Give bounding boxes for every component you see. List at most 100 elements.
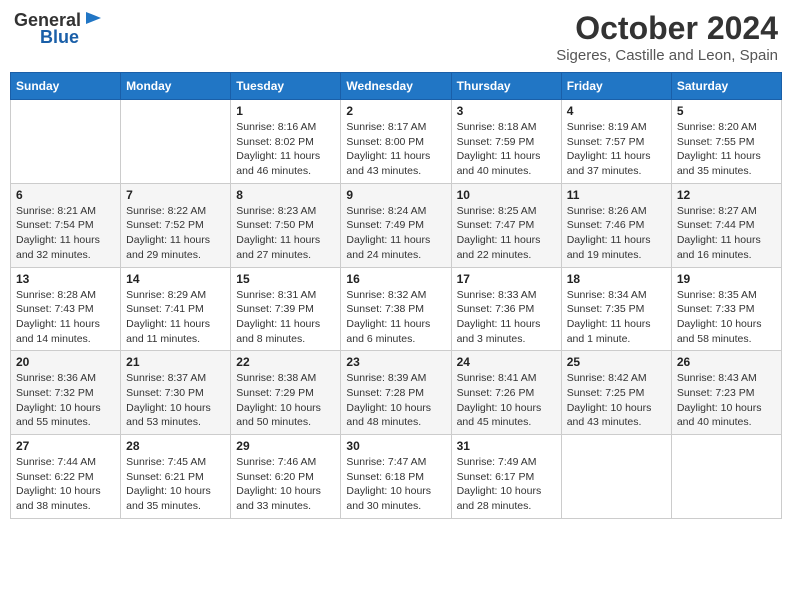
day-number: 25 xyxy=(567,355,666,369)
day-number: 16 xyxy=(346,272,445,286)
day-number: 23 xyxy=(346,355,445,369)
calendar-day-cell: 5 Sunrise: 8:20 AMSunset: 7:55 PMDaylight… xyxy=(671,100,781,184)
day-number: 28 xyxy=(126,439,225,453)
subtitle: Sigeres, Castille and Leon, Spain xyxy=(556,47,778,64)
day-info: Sunrise: 8:37 AMSunset: 7:30 PMDaylight:… xyxy=(126,371,225,430)
day-info: Sunrise: 8:29 AMSunset: 7:41 PMDaylight:… xyxy=(126,288,225,347)
calendar-day-cell: 22 Sunrise: 8:38 AMSunset: 7:29 PMDayligh… xyxy=(231,351,341,435)
weekday-header-monday: Monday xyxy=(121,73,231,100)
calendar-week-row: 20 Sunrise: 8:36 AMSunset: 7:32 PMDayligh… xyxy=(11,351,782,435)
weekday-header-sunday: Sunday xyxy=(11,73,121,100)
day-info: Sunrise: 8:31 AMSunset: 7:39 PMDaylight:… xyxy=(236,288,335,347)
day-number: 5 xyxy=(677,104,776,118)
calendar-week-row: 13 Sunrise: 8:28 AMSunset: 7:43 PMDayligh… xyxy=(11,267,782,351)
calendar-day-cell: 18 Sunrise: 8:34 AMSunset: 7:35 PMDayligh… xyxy=(561,267,671,351)
day-number: 29 xyxy=(236,439,335,453)
day-info: Sunrise: 8:25 AMSunset: 7:47 PMDaylight:… xyxy=(457,204,556,263)
calendar-day-cell: 24Sunrise: 8:41 AMSunset: 7:26 PMDayligh… xyxy=(451,351,561,435)
day-number: 1 xyxy=(236,104,335,118)
calendar-day-cell: 19 Sunrise: 8:35 AMSunset: 7:33 PMDayligh… xyxy=(671,267,781,351)
day-number: 15 xyxy=(236,272,335,286)
day-info: Sunrise: 8:35 AMSunset: 7:33 PMDaylight:… xyxy=(677,288,776,347)
day-number: 14 xyxy=(126,272,225,286)
calendar-day-cell: 4 Sunrise: 8:19 AMSunset: 7:57 PMDaylight… xyxy=(561,100,671,184)
weekday-header-wednesday: Wednesday xyxy=(341,73,451,100)
day-number: 4 xyxy=(567,104,666,118)
day-info: Sunrise: 8:33 AMSunset: 7:36 PMDaylight:… xyxy=(457,288,556,347)
calendar-day-cell: 2Sunrise: 8:17 AMSunset: 8:00 PMDaylight… xyxy=(341,100,451,184)
calendar-table: SundayMondayTuesdayWednesdayThursdayFrid… xyxy=(10,72,782,519)
day-info: Sunrise: 8:27 AMSunset: 7:44 PMDaylight:… xyxy=(677,204,776,263)
calendar-day-cell: 17 Sunrise: 8:33 AMSunset: 7:36 PMDayligh… xyxy=(451,267,561,351)
day-number: 13 xyxy=(16,272,115,286)
calendar-day-cell: 20 Sunrise: 8:36 AMSunset: 7:32 PMDayligh… xyxy=(11,351,121,435)
day-number: 17 xyxy=(457,272,556,286)
calendar-day-cell: 31 Sunrise: 7:49 AMSunset: 6:17 PMDayligh… xyxy=(451,435,561,519)
day-number: 27 xyxy=(16,439,115,453)
day-info: Sunrise: 8:28 AMSunset: 7:43 PMDaylight:… xyxy=(16,288,115,347)
calendar-day-cell: 21 Sunrise: 8:37 AMSunset: 7:30 PMDayligh… xyxy=(121,351,231,435)
day-info: Sunrise: 8:24 AMSunset: 7:49 PMDaylight:… xyxy=(346,204,445,263)
day-info: Sunrise: 8:41 AMSunset: 7:26 PMDaylight:… xyxy=(457,371,556,430)
day-info: Sunrise: 8:22 AMSunset: 7:52 PMDaylight:… xyxy=(126,204,225,263)
logo-text-blue: Blue xyxy=(40,27,79,47)
day-info: Sunrise: 8:34 AMSunset: 7:35 PMDaylight:… xyxy=(567,288,666,347)
weekday-header-thursday: Thursday xyxy=(451,73,561,100)
day-info: Sunrise: 8:32 AMSunset: 7:38 PMDaylight:… xyxy=(346,288,445,347)
calendar-week-row: 1Sunrise: 8:16 AMSunset: 8:02 PMDaylight… xyxy=(11,100,782,184)
day-number: 18 xyxy=(567,272,666,286)
calendar-day-cell: 11 Sunrise: 8:26 AMSunset: 7:46 PMDayligh… xyxy=(561,183,671,267)
day-info: Sunrise: 8:20 AMSunset: 7:55 PMDaylight:… xyxy=(677,120,776,179)
day-info: Sunrise: 8:19 AMSunset: 7:57 PMDaylight:… xyxy=(567,120,666,179)
main-title: October 2024 xyxy=(556,10,778,47)
calendar-day-cell: 15 Sunrise: 8:31 AMSunset: 7:39 PMDayligh… xyxy=(231,267,341,351)
day-info: Sunrise: 8:21 AMSunset: 7:54 PMDaylight:… xyxy=(16,204,115,263)
day-info: Sunrise: 8:23 AMSunset: 7:50 PMDaylight:… xyxy=(236,204,335,263)
calendar-day-cell: 12Sunrise: 8:27 AMSunset: 7:44 PMDayligh… xyxy=(671,183,781,267)
calendar-day-cell xyxy=(121,100,231,184)
calendar-day-cell: 16 Sunrise: 8:32 AMSunset: 7:38 PMDayligh… xyxy=(341,267,451,351)
day-number: 20 xyxy=(16,355,115,369)
calendar-day-cell: 6Sunrise: 8:21 AMSunset: 7:54 PMDaylight… xyxy=(11,183,121,267)
weekday-header-tuesday: Tuesday xyxy=(231,73,341,100)
calendar-day-cell xyxy=(561,435,671,519)
title-area: October 2024 Sigeres, Castille and Leon,… xyxy=(556,10,778,64)
calendar-day-cell: 28Sunrise: 7:45 AMSunset: 6:21 PMDayligh… xyxy=(121,435,231,519)
calendar-week-row: 6Sunrise: 8:21 AMSunset: 7:54 PMDaylight… xyxy=(11,183,782,267)
day-number: 21 xyxy=(126,355,225,369)
day-info: Sunrise: 8:38 AMSunset: 7:29 PMDaylight:… xyxy=(236,371,335,430)
day-info: Sunrise: 7:49 AMSunset: 6:17 PMDaylight:… xyxy=(457,455,556,514)
weekday-header-row: SundayMondayTuesdayWednesdayThursdayFrid… xyxy=(11,73,782,100)
weekday-header-friday: Friday xyxy=(561,73,671,100)
day-number: 30 xyxy=(346,439,445,453)
calendar-day-cell: 3Sunrise: 8:18 AMSunset: 7:59 PMDaylight… xyxy=(451,100,561,184)
logo: General Blue xyxy=(14,10,105,48)
calendar-day-cell: 1Sunrise: 8:16 AMSunset: 8:02 PMDaylight… xyxy=(231,100,341,184)
calendar-day-cell: 23Sunrise: 8:39 AMSunset: 7:28 PMDayligh… xyxy=(341,351,451,435)
day-info: Sunrise: 8:43 AMSunset: 7:23 PMDaylight:… xyxy=(677,371,776,430)
calendar-day-cell: 29Sunrise: 7:46 AMSunset: 6:20 PMDayligh… xyxy=(231,435,341,519)
day-info: Sunrise: 8:26 AMSunset: 7:46 PMDaylight:… xyxy=(567,204,666,263)
calendar-day-cell xyxy=(11,100,121,184)
day-number: 31 xyxy=(457,439,556,453)
day-info: Sunrise: 8:36 AMSunset: 7:32 PMDaylight:… xyxy=(16,371,115,430)
calendar-day-cell: 13 Sunrise: 8:28 AMSunset: 7:43 PMDayligh… xyxy=(11,267,121,351)
calendar-day-cell: 14 Sunrise: 8:29 AMSunset: 7:41 PMDayligh… xyxy=(121,267,231,351)
day-number: 22 xyxy=(236,355,335,369)
weekday-header-saturday: Saturday xyxy=(671,73,781,100)
day-number: 11 xyxy=(567,188,666,202)
calendar-day-cell: 27Sunrise: 7:44 AMSunset: 6:22 PMDayligh… xyxy=(11,435,121,519)
calendar-day-cell xyxy=(671,435,781,519)
day-info: Sunrise: 8:17 AMSunset: 8:00 PMDaylight:… xyxy=(346,120,445,179)
day-number: 19 xyxy=(677,272,776,286)
day-number: 10 xyxy=(457,188,556,202)
day-number: 8 xyxy=(236,188,335,202)
day-number: 3 xyxy=(457,104,556,118)
calendar-day-cell: 8 Sunrise: 8:23 AMSunset: 7:50 PMDaylight… xyxy=(231,183,341,267)
calendar-week-row: 27Sunrise: 7:44 AMSunset: 6:22 PMDayligh… xyxy=(11,435,782,519)
day-info: Sunrise: 8:42 AMSunset: 7:25 PMDaylight:… xyxy=(567,371,666,430)
page-header: General Blue October 2024 Sigeres, Casti… xyxy=(10,10,782,64)
flag-icon xyxy=(83,10,105,28)
calendar-day-cell: 26Sunrise: 8:43 AMSunset: 7:23 PMDayligh… xyxy=(671,351,781,435)
day-number: 7 xyxy=(126,188,225,202)
